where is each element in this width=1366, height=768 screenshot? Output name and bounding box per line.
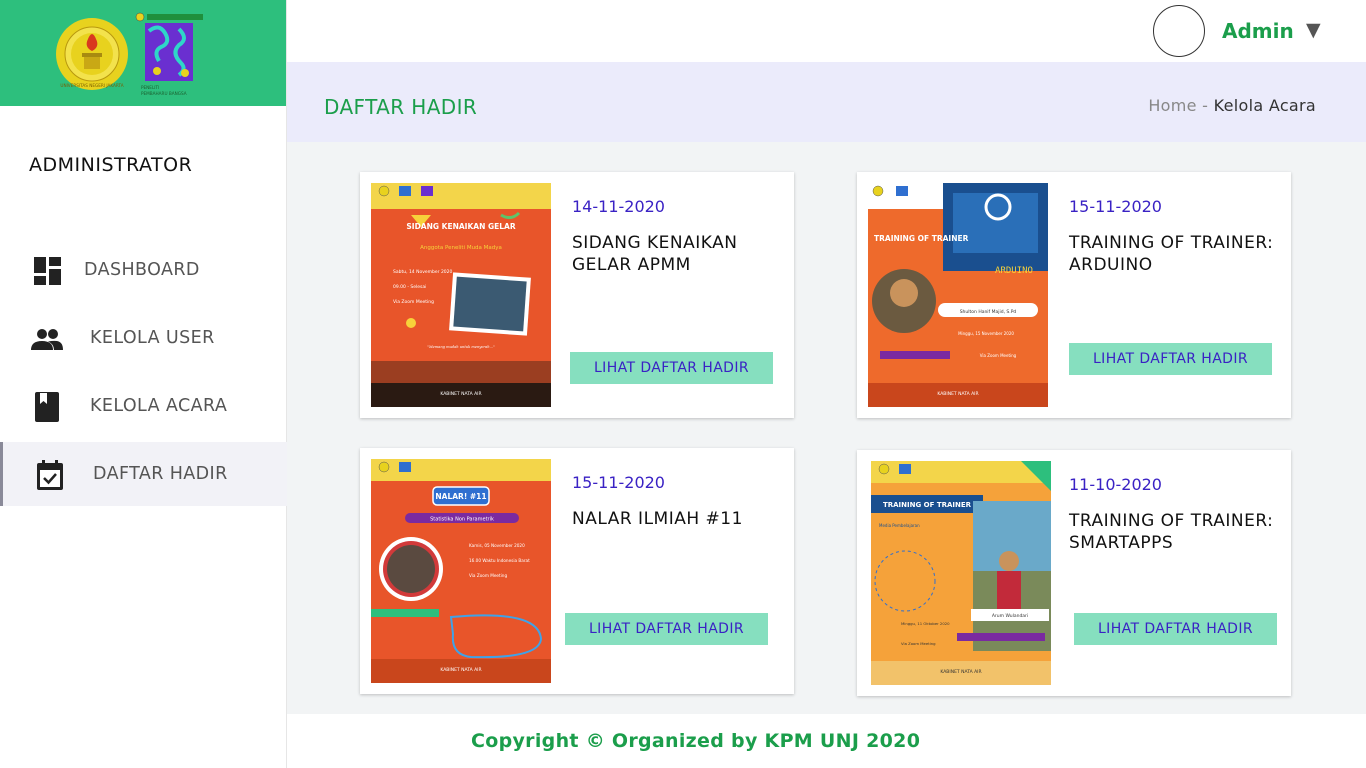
svg-text:KABINET NATA AIR: KABINET NATA AIR xyxy=(440,667,481,673)
unj-logo: UNIVERSITAS NEGERI JAKARTA xyxy=(56,18,128,90)
svg-text:PEMBAHARU BANGSA: PEMBAHARU BANGSA xyxy=(141,91,187,96)
breadcrumb-separator: - xyxy=(1196,96,1214,115)
svg-text:Via Zoom Meeting: Via Zoom Meeting xyxy=(901,641,936,646)
svg-text:TRAINING OF TRAINER: TRAINING OF TRAINER xyxy=(883,501,972,509)
view-attendance-button[interactable]: LIHAT DAFTAR HADIR xyxy=(565,613,768,645)
svg-text:Statistika Non Parametrik: Statistika Non Parametrik xyxy=(430,517,494,523)
svg-text:Shulton Hanif Majid, S.Pd: Shulton Hanif Majid, S.Pd xyxy=(960,309,1017,315)
sidebar-nav: DASHBOARD KELOLA USER KELOLA ACARA DAFTA… xyxy=(0,238,287,510)
svg-text:UNIVERSITAS NEGERI JAKARTA: UNIVERSITAS NEGERI JAKARTA xyxy=(60,83,123,88)
event-date: 15-11-2020 xyxy=(1069,197,1162,216)
page-header: DAFTAR HADIR Home - Kelola Acara xyxy=(287,62,1366,142)
svg-text:Via Zoom Meeting: Via Zoom Meeting xyxy=(393,299,434,305)
svg-text:ARDUINO: ARDUINO xyxy=(995,266,1033,276)
footer: Copyright © Organized by KPM UNJ 2020 xyxy=(287,714,1366,768)
svg-text:Minggu, 11 Oktober 2020: Minggu, 11 Oktober 2020 xyxy=(901,621,950,626)
breadcrumb: Home - Kelola Acara xyxy=(1148,96,1316,115)
sidebar-item-label: DASHBOARD xyxy=(84,260,200,280)
event-date: 15-11-2020 xyxy=(572,473,665,492)
avatar[interactable] xyxy=(1153,5,1205,57)
svg-text:"Memang mudah untuk menyerah..: "Memang mudah untuk menyerah..." xyxy=(427,345,495,349)
role-title: ADMINISTRATOR xyxy=(29,154,193,176)
breadcrumb-home[interactable]: Home xyxy=(1148,96,1196,115)
sidebar-item-kelola-acara[interactable]: KELOLA ACARA xyxy=(0,374,287,438)
event-title: SIDANG KENAIKAN GELAR APMM xyxy=(572,233,738,275)
svg-text:Via Zoom Meeting: Via Zoom Meeting xyxy=(469,573,507,578)
calendar-check-icon xyxy=(37,460,63,490)
event-date: 11-10-2020 xyxy=(1069,475,1162,494)
event-card: SIDANG KENAIKAN GELAR Anggota Peneliti M… xyxy=(360,172,794,418)
svg-text:Media Pembelajaran: Media Pembelajaran xyxy=(879,523,920,528)
sidebar-item-daftar-hadir[interactable]: DAFTAR HADIR xyxy=(0,442,287,506)
svg-text:16.00 Waktu Indonesia Barat: 16.00 Waktu Indonesia Barat xyxy=(469,558,530,563)
top-bar: Admin ▼ xyxy=(287,0,1366,62)
svg-text:KABINET NATA AIR: KABINET NATA AIR xyxy=(937,391,978,397)
event-card: NALAR! #11 Statistika Non Parametrik Kam… xyxy=(360,448,794,694)
sidebar-item-label: KELOLA USER xyxy=(90,328,215,348)
event-poster: TRAINING OF TRAINER Media Pembelajaran A… xyxy=(871,461,1051,685)
sidebar-item-dashboard[interactable]: DASHBOARD xyxy=(0,238,287,302)
event-date: 14-11-2020 xyxy=(572,197,665,216)
book-icon xyxy=(35,392,59,422)
event-card: TRAINING OF TRAINER ARDUINO Shulton Hani… xyxy=(857,172,1291,418)
sidebar-item-label: DAFTAR HADIR xyxy=(93,464,228,484)
kpm-logo: PENELITI PEMBAHARU BANGSA xyxy=(135,12,203,96)
event-card: TRAINING OF TRAINER Media Pembelajaran A… xyxy=(857,450,1291,696)
view-attendance-button[interactable]: LIHAT DAFTAR HADIR xyxy=(570,352,773,384)
event-title: TRAINING OF TRAINER: SMARTAPPS xyxy=(1069,511,1274,553)
sidebar-item-label: KELOLA ACARA xyxy=(90,396,228,416)
svg-text:09.00 - Selesai: 09.00 - Selesai xyxy=(393,284,426,290)
svg-text:NALAR! #11: NALAR! #11 xyxy=(435,492,486,501)
user-menu-name[interactable]: Admin xyxy=(1222,19,1294,43)
svg-text:KABINET NATA AIR: KABINET NATA AIR xyxy=(440,391,481,397)
chevron-down-icon[interactable]: ▼ xyxy=(1306,19,1321,41)
breadcrumb-current: Kelola Acara xyxy=(1213,96,1316,115)
event-poster: TRAINING OF TRAINER ARDUINO Shulton Hani… xyxy=(868,183,1048,407)
event-poster: SIDANG KENAIKAN GELAR Anggota Peneliti M… xyxy=(371,183,551,407)
svg-text:Kamis, 05 November 2020: Kamis, 05 November 2020 xyxy=(469,543,525,548)
svg-text:KABINET NATA AIR: KABINET NATA AIR xyxy=(940,669,981,675)
svg-text:TRAINING OF TRAINER: TRAINING OF TRAINER xyxy=(874,234,969,243)
event-poster: NALAR! #11 Statistika Non Parametrik Kam… xyxy=(371,459,551,683)
event-title: TRAINING OF TRAINER: ARDUINO xyxy=(1069,233,1274,275)
svg-text:SIDANG KENAIKAN GELAR: SIDANG KENAIKAN GELAR xyxy=(406,222,515,231)
sidebar: UNIVERSITAS NEGERI JAKARTA PENELITI PEMB… xyxy=(0,0,287,768)
copyright-text: Copyright © Organized by KPM UNJ 2020 xyxy=(471,730,921,752)
view-attendance-button[interactable]: LIHAT DAFTAR HADIR xyxy=(1074,613,1277,645)
logo-bar: UNIVERSITAS NEGERI JAKARTA PENELITI PEMB… xyxy=(0,0,286,106)
svg-text:Anggota Peneliti Muda Madya: Anggota Peneliti Muda Madya xyxy=(420,245,502,251)
svg-text:PENELITI: PENELITI xyxy=(141,85,159,90)
svg-text:Sabtu, 14 November 2020: Sabtu, 14 November 2020 xyxy=(393,269,453,275)
view-attendance-button[interactable]: LIHAT DAFTAR HADIR xyxy=(1069,343,1272,375)
svg-text:Minggu, 15 November 2020: Minggu, 15 November 2020 xyxy=(958,331,1014,336)
page-title: DAFTAR HADIR xyxy=(324,95,478,119)
svg-text:Via Zoom Meeting: Via Zoom Meeting xyxy=(980,353,1017,358)
users-icon xyxy=(31,329,63,350)
event-title: NALAR ILMIAH #11 xyxy=(572,509,743,529)
dashboard-icon xyxy=(34,257,61,285)
sidebar-item-kelola-user[interactable]: KELOLA USER xyxy=(0,306,287,370)
svg-text:Arum Wulandari: Arum Wulandari xyxy=(992,613,1028,619)
